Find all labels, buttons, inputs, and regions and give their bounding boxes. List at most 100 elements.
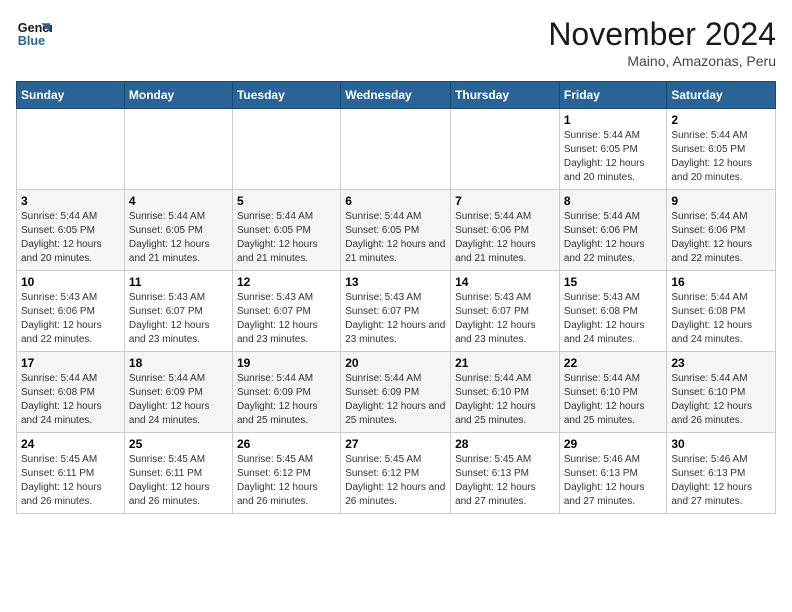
svg-text:Blue: Blue: [18, 34, 45, 48]
day-info: Sunrise: 5:43 AM Sunset: 6:07 PM Dayligh…: [345, 291, 446, 347]
day-info: Sunrise: 5:43 AM Sunset: 6:08 PM Dayligh…: [564, 291, 663, 347]
day-number: 29: [564, 437, 663, 451]
calendar-day-cell: 13 Sunrise: 5:43 AM Sunset: 6:07 PM Dayli…: [341, 271, 451, 352]
day-info: Sunrise: 5:43 AM Sunset: 6:07 PM Dayligh…: [455, 291, 555, 347]
logo: General Blue: [16, 16, 52, 52]
calendar-day-cell: 16Sunrise: 5:44 AM Sunset: 6:08 PM Dayli…: [667, 271, 776, 352]
day-number: 11: [129, 275, 228, 289]
calendar-day-cell: 9Sunrise: 5:44 AM Sunset: 6:06 PM Daylig…: [667, 190, 776, 271]
day-info: Sunrise: 5:44 AM Sunset: 6:05 PM Dayligh…: [345, 210, 446, 266]
day-number: 24: [21, 437, 120, 451]
day-info: Sunrise: 5:44 AM Sunset: 6:05 PM Dayligh…: [237, 210, 336, 266]
calendar-day-cell: 20 Sunrise: 5:44 AM Sunset: 6:09 PM Dayli…: [341, 352, 451, 433]
day-number: 10: [21, 275, 120, 289]
calendar-day-cell: 26 Sunrise: 5:45 AM Sunset: 6:12 PM Dayli…: [232, 433, 340, 514]
calendar-week-row: 1 Sunrise: 5:44 AM Sunset: 6:05 PM Daylig…: [17, 109, 776, 190]
day-info: Sunrise: 5:46 AM Sunset: 6:13 PM Dayligh…: [564, 453, 663, 509]
day-number: 26: [237, 437, 336, 451]
day-info: Sunrise: 5:45 AM Sunset: 6:11 PM Dayligh…: [21, 453, 120, 509]
day-number: 2: [671, 113, 771, 127]
day-info: Sunrise: 5:44 AM Sunset: 6:05 PM Dayligh…: [129, 210, 228, 266]
day-number: 19: [237, 356, 336, 370]
calendar-day-cell: [124, 109, 232, 190]
day-number: 3: [21, 194, 120, 208]
day-number: 6: [345, 194, 446, 208]
calendar-day-cell: 1 Sunrise: 5:44 AM Sunset: 6:05 PM Daylig…: [559, 109, 667, 190]
day-of-week-header: Tuesday: [232, 82, 340, 109]
day-number: 15: [564, 275, 663, 289]
day-number: 14: [455, 275, 555, 289]
day-of-week-header: Sunday: [17, 82, 125, 109]
day-of-week-header: Friday: [559, 82, 667, 109]
day-info: Sunrise: 5:44 AM Sunset: 6:06 PM Dayligh…: [564, 210, 663, 266]
calendar-day-cell: 19 Sunrise: 5:44 AM Sunset: 6:09 PM Dayli…: [232, 352, 340, 433]
day-info: Sunrise: 5:44 AM Sunset: 6:09 PM Dayligh…: [345, 372, 446, 428]
calendar-day-cell: 4 Sunrise: 5:44 AM Sunset: 6:05 PM Daylig…: [124, 190, 232, 271]
day-info: Sunrise: 5:44 AM Sunset: 6:08 PM Dayligh…: [21, 372, 120, 428]
calendar-day-cell: 8Sunrise: 5:44 AM Sunset: 6:06 PM Daylig…: [559, 190, 667, 271]
day-of-week-header: Monday: [124, 82, 232, 109]
calendar-day-cell: 3 Sunrise: 5:44 AM Sunset: 6:05 PM Daylig…: [17, 190, 125, 271]
calendar-day-cell: [232, 109, 340, 190]
logo-icon: General Blue: [16, 16, 52, 52]
calendar-table: SundayMondayTuesdayWednesdayThursdayFrid…: [16, 81, 776, 514]
day-number: 7: [455, 194, 555, 208]
day-of-week-header: Thursday: [451, 82, 560, 109]
day-number: 17: [21, 356, 120, 370]
calendar-day-cell: [451, 109, 560, 190]
calendar-day-cell: 25Sunrise: 5:45 AM Sunset: 6:11 PM Dayli…: [124, 433, 232, 514]
calendar-day-cell: 29 Sunrise: 5:46 AM Sunset: 6:13 PM Dayli…: [559, 433, 667, 514]
day-number: 9: [671, 194, 771, 208]
day-number: 13: [345, 275, 446, 289]
calendar-body: 1 Sunrise: 5:44 AM Sunset: 6:05 PM Daylig…: [17, 109, 776, 514]
title-block: November 2024 Maino, Amazonas, Peru: [548, 16, 776, 69]
day-info: Sunrise: 5:45 AM Sunset: 6:12 PM Dayligh…: [345, 453, 446, 509]
calendar-day-cell: 30 Sunrise: 5:46 AM Sunset: 6:13 PM Dayli…: [667, 433, 776, 514]
day-info: Sunrise: 5:46 AM Sunset: 6:13 PM Dayligh…: [671, 453, 771, 509]
day-number: 4: [129, 194, 228, 208]
calendar-day-cell: 23Sunrise: 5:44 AM Sunset: 6:10 PM Dayli…: [667, 352, 776, 433]
calendar-day-cell: 7 Sunrise: 5:44 AM Sunset: 6:06 PM Daylig…: [451, 190, 560, 271]
day-info: Sunrise: 5:44 AM Sunset: 6:06 PM Dayligh…: [455, 210, 555, 266]
day-info: Sunrise: 5:44 AM Sunset: 6:09 PM Dayligh…: [237, 372, 336, 428]
calendar-day-cell: 18 Sunrise: 5:44 AM Sunset: 6:09 PM Dayli…: [124, 352, 232, 433]
calendar-week-row: 17 Sunrise: 5:44 AM Sunset: 6:08 PM Dayli…: [17, 352, 776, 433]
calendar-day-cell: 28Sunrise: 5:45 AM Sunset: 6:13 PM Dayli…: [451, 433, 560, 514]
day-info: Sunrise: 5:45 AM Sunset: 6:12 PM Dayligh…: [237, 453, 336, 509]
calendar-day-cell: 14 Sunrise: 5:43 AM Sunset: 6:07 PM Dayli…: [451, 271, 560, 352]
month-title: November 2024: [548, 16, 776, 53]
calendar-week-row: 24 Sunrise: 5:45 AM Sunset: 6:11 PM Dayli…: [17, 433, 776, 514]
calendar-week-row: 10 Sunrise: 5:43 AM Sunset: 6:06 PM Dayli…: [17, 271, 776, 352]
calendar-day-cell: 17 Sunrise: 5:44 AM Sunset: 6:08 PM Dayli…: [17, 352, 125, 433]
day-of-week-header: Saturday: [667, 82, 776, 109]
day-number: 12: [237, 275, 336, 289]
day-number: 22: [564, 356, 663, 370]
day-info: Sunrise: 5:43 AM Sunset: 6:07 PM Dayligh…: [129, 291, 228, 347]
day-info: Sunrise: 5:44 AM Sunset: 6:05 PM Dayligh…: [564, 129, 663, 185]
calendar-day-cell: 27 Sunrise: 5:45 AM Sunset: 6:12 PM Dayli…: [341, 433, 451, 514]
location: Maino, Amazonas, Peru: [548, 53, 776, 69]
day-of-week-header: Wednesday: [341, 82, 451, 109]
day-number: 1: [564, 113, 663, 127]
day-info: Sunrise: 5:43 AM Sunset: 6:07 PM Dayligh…: [237, 291, 336, 347]
calendar-day-cell: 11 Sunrise: 5:43 AM Sunset: 6:07 PM Dayli…: [124, 271, 232, 352]
day-number: 27: [345, 437, 446, 451]
day-number: 18: [129, 356, 228, 370]
day-info: Sunrise: 5:44 AM Sunset: 6:05 PM Dayligh…: [671, 129, 771, 185]
calendar-day-cell: 12 Sunrise: 5:43 AM Sunset: 6:07 PM Dayli…: [232, 271, 340, 352]
day-info: Sunrise: 5:43 AM Sunset: 6:06 PM Dayligh…: [21, 291, 120, 347]
calendar-day-cell: 5Sunrise: 5:44 AM Sunset: 6:05 PM Daylig…: [232, 190, 340, 271]
day-number: 23: [671, 356, 771, 370]
day-number: 30: [671, 437, 771, 451]
calendar-day-cell: [17, 109, 125, 190]
day-number: 20: [345, 356, 446, 370]
day-number: 28: [455, 437, 555, 451]
day-info: Sunrise: 5:44 AM Sunset: 6:09 PM Dayligh…: [129, 372, 228, 428]
day-info: Sunrise: 5:44 AM Sunset: 6:05 PM Dayligh…: [21, 210, 120, 266]
calendar-day-cell: 6 Sunrise: 5:44 AM Sunset: 6:05 PM Daylig…: [341, 190, 451, 271]
calendar-week-row: 3 Sunrise: 5:44 AM Sunset: 6:05 PM Daylig…: [17, 190, 776, 271]
day-number: 25: [129, 437, 228, 451]
calendar-day-cell: 24 Sunrise: 5:45 AM Sunset: 6:11 PM Dayli…: [17, 433, 125, 514]
calendar-day-cell: 15 Sunrise: 5:43 AM Sunset: 6:08 PM Dayli…: [559, 271, 667, 352]
day-info: Sunrise: 5:44 AM Sunset: 6:10 PM Dayligh…: [455, 372, 555, 428]
